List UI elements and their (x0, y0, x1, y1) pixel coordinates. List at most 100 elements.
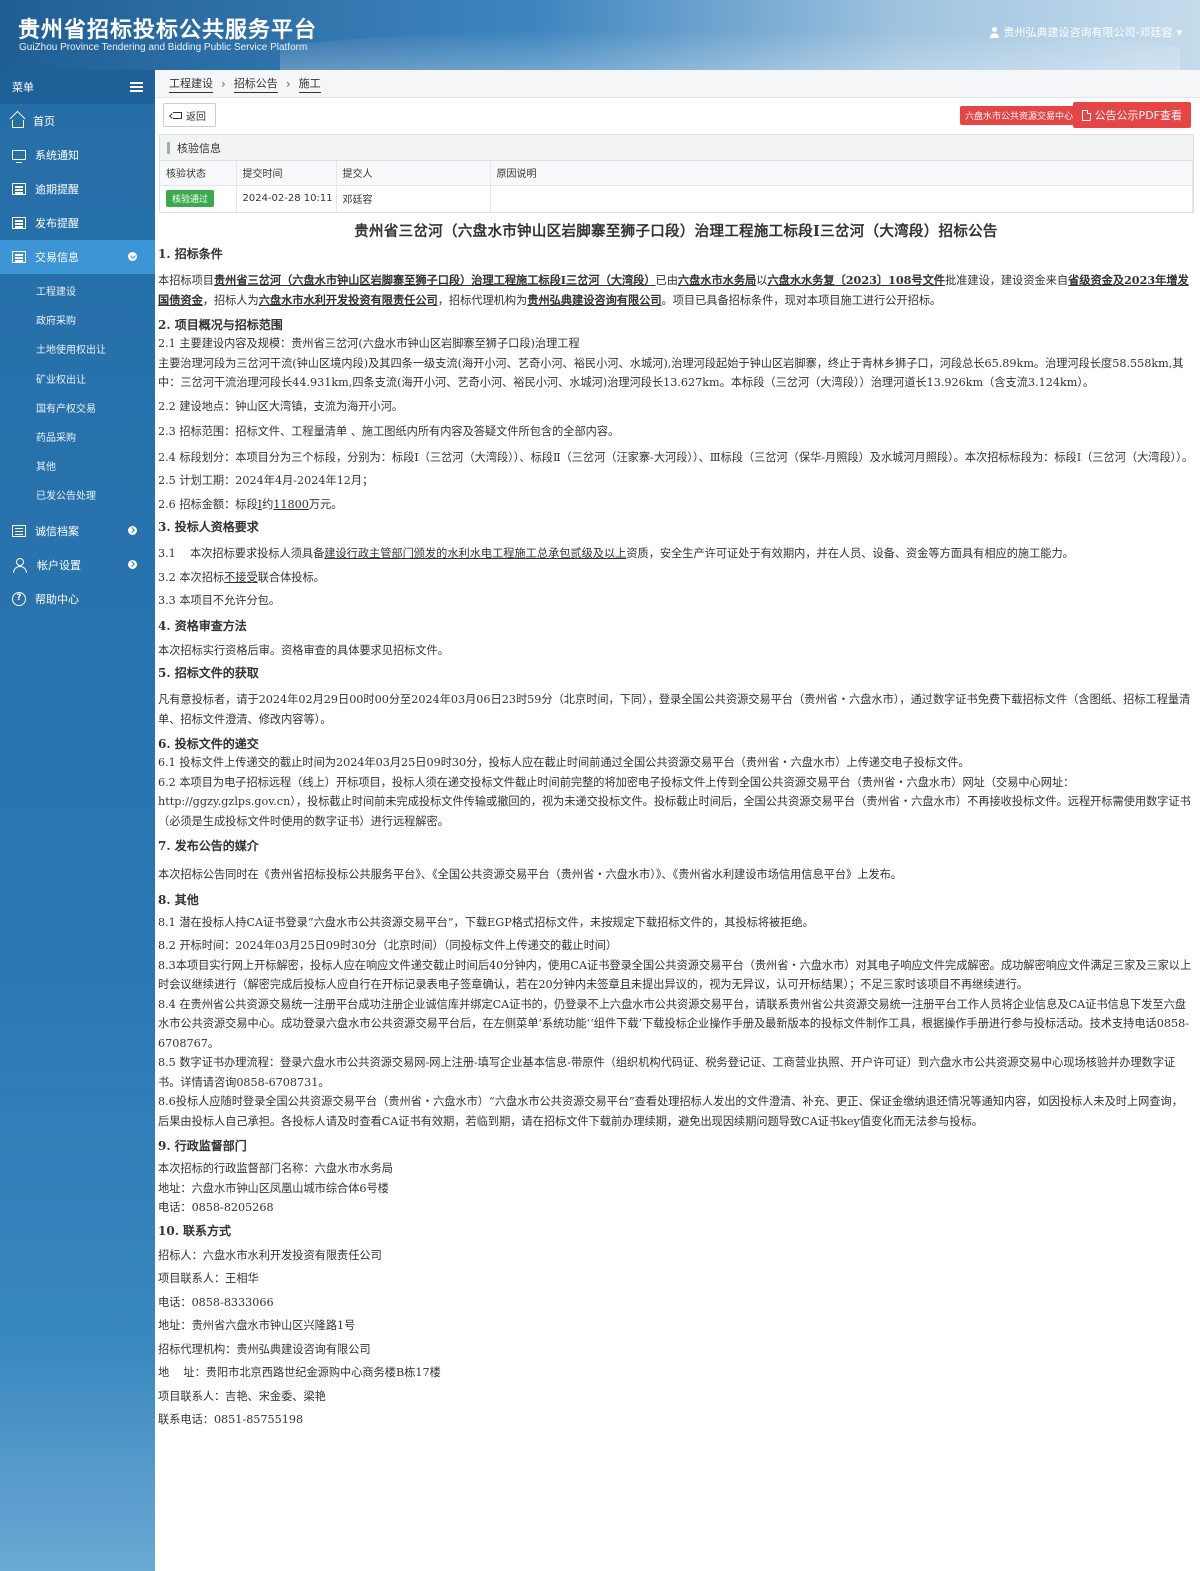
submenu-item[interactable]: 矿业权出让 (0, 364, 155, 393)
text: 约 (262, 497, 274, 511)
text: 万元。 (308, 497, 343, 511)
hamburger-icon[interactable] (130, 82, 143, 92)
submenu-item[interactable]: 已发公告处理 (0, 480, 155, 509)
verify-panel-header: 核验信息 (160, 135, 1193, 161)
paragraph: 3.1 本次招标要求投标人须具备建设行政主管部门颁发的水利水电工程施工总承包贰级… (158, 544, 1194, 564)
sidebar-item-trade-info[interactable]: 交易信息 (0, 240, 155, 274)
trade-info-submenu: 工程建设 政府采购 土地使用权出让 矿业权出让 国有产权交易 药品采购 其他 已… (0, 274, 155, 514)
text: 3.2 本次招标 (158, 570, 225, 584)
chevron-right-icon: › (285, 76, 291, 91)
agency: 贵州弘典建设咨询有限公司 (527, 292, 662, 307)
paragraph: 本次招标公告同时在《贵州省招标投标公共服务平台》、《全国公共资源交易平台（贵州省… (158, 868, 902, 881)
list-icon (12, 183, 26, 195)
chevron-right-icon (128, 525, 137, 535)
sidebar-item-label: 交易信息 (35, 251, 79, 264)
paragraph: 2.3 招标范围：招标文件、工程量清单 、施工图纸内所有内容及答疑文件所包含的全… (158, 425, 620, 438)
submenu-item[interactable]: 工程建设 (0, 276, 155, 305)
column-header: 原因说明 (490, 161, 1193, 186)
sidebar-item-label: 系统通知 (35, 149, 79, 162)
breadcrumb-item[interactable]: 招标公告 (233, 75, 278, 93)
breadcrumb: 工程建设 › 招标公告 › 施工 (155, 70, 1200, 98)
sidebar-item-home[interactable]: 首页 (0, 104, 155, 138)
section-heading: 5. 招标文件的获取 (158, 666, 259, 680)
status-badge: 核验通过 (166, 190, 215, 208)
sidebar-item-label: 帮助中心 (35, 592, 79, 606)
verify-table: 核验状态 提交时间 提交人 原因说明 核验通过 2024-02-28 10:11… (160, 161, 1193, 212)
user-menu[interactable]: 贵州弘典建设咨询有限公司-邓廷容 ▾ (989, 24, 1182, 40)
paragraph: 8.2 开标时间：2024年03月25日09时30分（北京时间）（同投标文件上传… (158, 939, 618, 952)
menu-header: 菜单 (0, 70, 155, 104)
submenu-item[interactable]: 国有产权交易 (0, 393, 155, 422)
submenu-item[interactable]: 土地使用权出让 (0, 334, 155, 363)
paragraph: 2.2 建设地点：钟山区大湾镇，支流为海开小河。 (158, 399, 404, 413)
pdf-button-label: 公告公示PDF查看 (1094, 109, 1182, 122)
paragraph: 本次招标的行政监督部门名称：六盘水市水务局 (158, 1162, 393, 1175)
trading-center-tag: 六盘水市公共资源交易中心 (959, 106, 1078, 125)
project-name: 贵州省三岔河（六盘水市钟山区岩脚寨至狮子口段）治理工程施工标段Ⅰ三岔河（大湾段） (213, 273, 656, 287)
section-marker (167, 141, 170, 154)
text: 。项目已具备招标条件，现对本项目施工进行公开招标。 (661, 293, 942, 307)
reason (490, 185, 1193, 212)
sidebar: 菜单 首页 系统通知 逾期提醒 发布提醒 交易信息 工程建设 政府采购 土地使用… (0, 70, 155, 1571)
contact-line: 电话：0858-8333066 (158, 1295, 274, 1309)
paragraph: 8.5 数字证书办理流程：登录六盘水市公共资源交易网-网上注册-填写企业基本信息… (158, 1056, 1176, 1089)
pdf-icon (1081, 109, 1091, 121)
section-heading: 6. 投标文件的递交 (158, 737, 259, 751)
consortium-rule: 不接受 (224, 570, 258, 584)
submenu-item[interactable]: 政府采购 (0, 305, 155, 334)
section-heading: 8. 其他 (158, 892, 199, 907)
paragraph: 3.3 本项目不允许分包。 (158, 594, 281, 607)
paragraph: 2.1 主要建设内容及规模：贵州省三岔河(六盘水市钟山区岩脚寨至狮子口段)治理工… (158, 337, 580, 350)
breadcrumb-item[interactable]: 工程建设 (169, 75, 213, 93)
back-button-label: 返回 (186, 111, 206, 123)
approver: 六盘水市水务局 (677, 273, 757, 287)
contact-line: 联系电话：0851-85755198 (158, 1413, 304, 1426)
caret-down-icon: ▾ (1176, 25, 1182, 39)
contact-line: 项目联系人：吉艳、宋金委、梁艳 (158, 1389, 326, 1403)
list-icon (12, 524, 26, 537)
sidebar-item-notice[interactable]: 系统通知 (0, 138, 155, 172)
section-heading: 1. 招标条件 (158, 247, 223, 261)
help-icon: ? (12, 591, 26, 606)
qualification: 建设行政主管部门颁发的水利水电工程施工总承包贰级及以上 (324, 547, 627, 560)
pdf-view-button[interactable]: 公告公示PDF查看 (1072, 102, 1191, 128)
sidebar-item-publish-reminder[interactable]: 发布提醒 (0, 206, 155, 240)
toolbar: 返回 六盘水市公共资源交易中心 公告公示PDF查看 (155, 98, 1200, 132)
user-name: 贵州弘典建设咨询有限公司-邓廷容 (1003, 26, 1173, 39)
paragraph: 8.3本项目实行网上开标解密，投标人应在响应文件递交截止时间后40分钟内，使用C… (158, 958, 1192, 992)
tenderer: 六盘水市水利开发投资有限责任公司 (258, 292, 438, 307)
chevron-down-icon (128, 252, 137, 261)
chevron-right-icon (128, 559, 137, 569)
contact-line: 招标人：六盘水市水利开发投资有限责任公司 (158, 1248, 382, 1262)
sidebar-item-label: 首页 (33, 115, 55, 128)
section-heading: 7. 发布公告的媒介 (158, 839, 259, 853)
paragraph: 8.1 潜在投标人持CA证书登录“六盘水市公共资源交易平台”，下载EGP格式招标… (158, 915, 814, 929)
site-title[interactable]: 贵州省招标投标公共服务平台 (18, 12, 317, 44)
submit-time: 2024-02-28 10:11 (236, 185, 337, 212)
sidebar-item-credit[interactable]: 诚信档案 (0, 514, 155, 548)
submenu-item[interactable]: 其他 (0, 451, 155, 480)
text: 资质，安全生产许可证处于有效期内，并在人员、设备、资金等方面具有相应的施工能力。 (626, 547, 1074, 560)
sidebar-item-label: 逾期提醒 (35, 183, 79, 196)
paragraph: 2.6 招标金额：标段Ⅰ约11800万元。 (158, 495, 1194, 515)
text: ，招标人为 (202, 293, 259, 307)
paragraph: 电话：0858-8205268 (158, 1201, 274, 1214)
announcement-title: 贵州省三岔河（六盘水市钟山区岩脚寨至狮子口段）治理工程施工标段Ⅰ三岔河（大湾段）… (354, 223, 998, 240)
text: 批准建设，建设资金来自 (945, 274, 1069, 287)
site-subtitle: GuiZhou Province Tendering and Bidding P… (19, 42, 308, 53)
sidebar-item-label: 诚信档案 (35, 524, 79, 538)
sidebar-item-account[interactable]: 帐户设置 (0, 548, 155, 582)
contact-line: 招标代理机构：贵州弘典建设咨询有限公司 (158, 1342, 371, 1356)
list-icon (12, 251, 26, 263)
sidebar-item-help[interactable]: ? 帮助中心 (0, 582, 155, 616)
paragraph: 2.5 计划工期：2024年4月-2024年12月； (158, 474, 374, 487)
table-row: 核验通过 2024-02-28 10:11 邓廷容 (160, 185, 1193, 212)
breadcrumb-item[interactable]: 施工 (298, 75, 321, 93)
back-button[interactable]: 返回 (163, 103, 216, 127)
sidebar-item-overdue[interactable]: 逾期提醒 (0, 172, 155, 206)
main-content: 工程建设 › 招标公告 › 施工 返回 六盘水市公共资源交易中心 公告公示PDF… (155, 70, 1200, 1571)
announcement-article: 贵州省三岔河（六盘水市钟山区岩脚寨至狮子口段）治理工程施工标段Ⅰ三岔河（大湾段）… (155, 221, 1200, 1430)
monitor-icon (12, 150, 26, 163)
section-heading: 3. 投标人资格要求 (158, 520, 259, 534)
submenu-item[interactable]: 药品采购 (0, 422, 155, 451)
